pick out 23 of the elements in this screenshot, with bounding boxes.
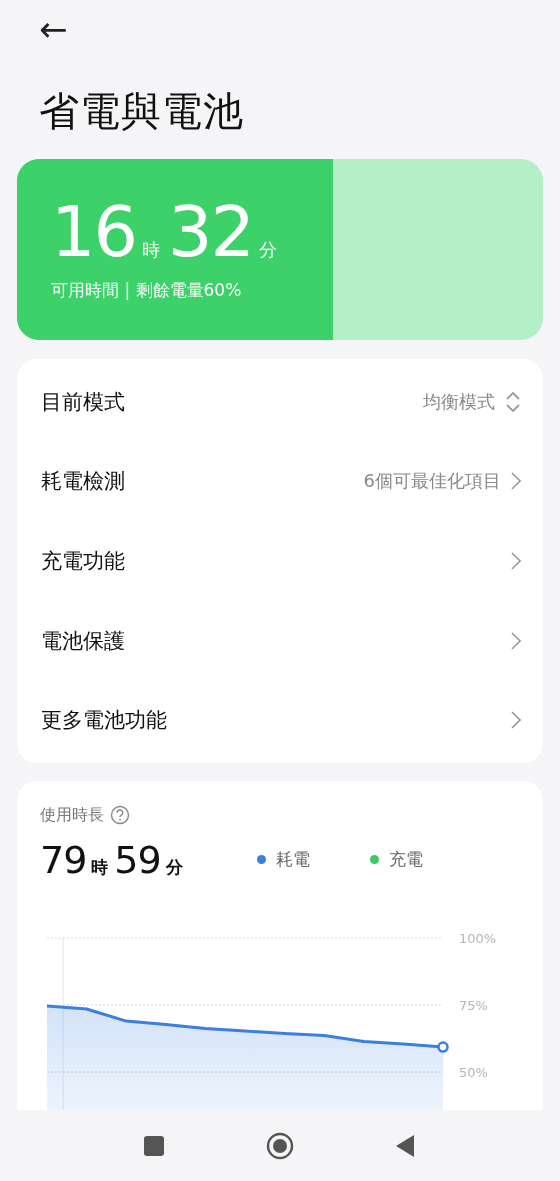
minutes-value: 59 bbox=[114, 837, 161, 882]
row-label: 目前模式 bbox=[41, 388, 125, 416]
axis-tick-label: 50% bbox=[459, 1064, 488, 1080]
hours-value: 16 bbox=[51, 197, 137, 267]
row-label: 更多電池功能 bbox=[41, 707, 167, 735]
legend-label: 耗電 bbox=[275, 848, 310, 872]
hours-value: 79 bbox=[40, 837, 87, 882]
row-value: 均衡模式 bbox=[423, 389, 495, 414]
hours-unit: 時 bbox=[142, 238, 161, 262]
row-label: 耗電檢測 bbox=[41, 468, 125, 496]
legend-label: 充電 bbox=[388, 848, 423, 872]
page-title: 省電與電池 bbox=[39, 87, 245, 136]
minutes-unit: 分 bbox=[259, 238, 278, 262]
usage-title: 使用時長 bbox=[40, 804, 104, 826]
minutes-unit: 分 bbox=[165, 855, 183, 879]
row-value: 6個可最佳化項目 bbox=[363, 469, 501, 494]
hours-unit: 時 bbox=[91, 855, 109, 879]
battery-caption: 可用時間 | 剩餘電量60% bbox=[51, 279, 243, 302]
axis-tick-label: 75% bbox=[459, 997, 488, 1013]
minutes-value: 32 bbox=[168, 197, 254, 267]
row-label: 電池保護 bbox=[41, 627, 125, 655]
row-label: 充電功能 bbox=[41, 548, 125, 575]
axis-tick-label: 100% bbox=[459, 930, 497, 946]
